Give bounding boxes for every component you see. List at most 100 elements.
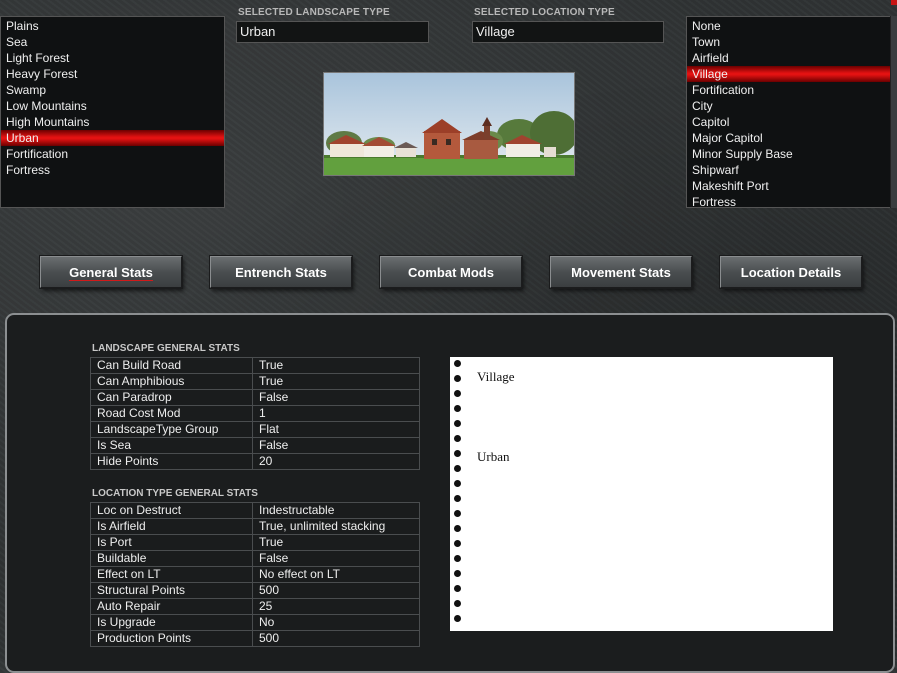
tab-location-details[interactable]: Location Details bbox=[720, 256, 862, 288]
notebook-ring-hole bbox=[454, 555, 461, 562]
table-row: Hide Points 20 bbox=[90, 453, 420, 470]
landscape-list-item[interactable]: Sea bbox=[1, 34, 224, 50]
notebook-ring-hole bbox=[454, 405, 461, 412]
table-row: Road Cost Mod 1 bbox=[90, 405, 420, 422]
stat-value: No effect on LT bbox=[252, 566, 420, 583]
stat-value: False bbox=[252, 437, 420, 454]
tab-general-stats[interactable]: General Stats bbox=[40, 256, 182, 288]
table-row: Can Build Road True bbox=[90, 357, 420, 374]
location-type-list[interactable]: None Town Airfield Village Fortification City… bbox=[686, 16, 891, 210]
notebook-landscape-text: Urban bbox=[477, 449, 510, 464]
landscape-list-item[interactable]: Plains bbox=[1, 18, 224, 34]
table-row: Is Sea False bbox=[90, 437, 420, 454]
tab-combat-mods[interactable]: Combat Mods bbox=[380, 256, 522, 288]
table-row: Is Airfield True, unlimited stacking bbox=[90, 518, 420, 535]
location-list-item[interactable]: Major Capitol bbox=[687, 130, 890, 146]
location-list-item[interactable]: Shipwarf bbox=[687, 162, 890, 178]
notebook-ring-hole bbox=[454, 420, 461, 427]
location-list-item[interactable]: Village bbox=[687, 66, 890, 82]
landscape-list-item[interactable]: Low Mountains bbox=[1, 98, 224, 114]
stat-value: False bbox=[252, 550, 420, 567]
stat-value: True, unlimited stacking bbox=[252, 518, 420, 535]
stat-value: Flat bbox=[252, 421, 420, 438]
stat-name: Road Cost Mod bbox=[90, 405, 253, 422]
notebook-ring-hole bbox=[454, 450, 461, 457]
stat-name: Is Sea bbox=[90, 437, 253, 454]
location-list-item[interactable]: Minor Supply Base bbox=[687, 146, 890, 162]
stat-name: Auto Repair bbox=[90, 598, 253, 615]
landscape-list-item[interactable]: Fortress bbox=[1, 162, 224, 178]
location-list-item[interactable]: Airfield bbox=[687, 50, 890, 66]
notebook-ring-hole bbox=[454, 510, 461, 517]
table-row: Can Paradrop False bbox=[90, 389, 420, 406]
notebook-ring-hole bbox=[454, 360, 461, 367]
location-list-item[interactable]: Town bbox=[687, 34, 890, 50]
location-list-item[interactable]: Fortress bbox=[687, 194, 890, 210]
stat-name: Can Paradrop bbox=[90, 389, 253, 406]
stat-value: 1 bbox=[252, 405, 420, 422]
table-row: Is Upgrade No bbox=[90, 614, 420, 631]
landscape-type-list[interactable]: Plains Sea Light Forest Heavy Forest Swamp Lo… bbox=[0, 16, 225, 208]
landscape-list-item[interactable]: Heavy Forest bbox=[1, 66, 224, 82]
landscape-list-item[interactable]: Urban bbox=[1, 130, 224, 146]
stat-value: Indestructable bbox=[252, 502, 420, 519]
landscape-list-item[interactable]: Swamp bbox=[1, 82, 224, 98]
table-row: Is Port True bbox=[90, 534, 420, 551]
stat-name: LandscapeType Group bbox=[90, 421, 253, 438]
location-list-item[interactable]: Makeshift Port bbox=[687, 178, 890, 194]
stat-name: Production Points bbox=[90, 630, 253, 647]
stat-value: True bbox=[252, 357, 420, 374]
table-row: LandscapeType Group Flat bbox=[90, 421, 420, 438]
location-list-item[interactable]: None bbox=[687, 18, 890, 34]
close-icon[interactable] bbox=[891, 0, 897, 5]
stat-name: Loc on Destruct bbox=[90, 502, 253, 519]
stat-value: 500 bbox=[252, 630, 420, 647]
tab-entrench-stats[interactable]: Entrench Stats bbox=[210, 256, 352, 288]
notebook-ring-hole bbox=[454, 480, 461, 487]
tab-label: General Stats bbox=[69, 265, 153, 280]
description-notebook: Village Urban bbox=[450, 357, 833, 631]
landscape-list-item[interactable]: Fortification bbox=[1, 146, 224, 162]
stat-value: No bbox=[252, 614, 420, 631]
table-row: Loc on Destruct Indestructable bbox=[90, 502, 420, 519]
stat-name: Buildable bbox=[90, 550, 253, 567]
stat-value: 500 bbox=[252, 582, 420, 599]
stat-value: 20 bbox=[252, 453, 420, 470]
tab-label: Movement Stats bbox=[571, 265, 671, 280]
location-stats-table: Loc on Destruct Indestructable Is Airfield… bbox=[90, 502, 420, 647]
notebook-ring-hole bbox=[454, 585, 461, 592]
table-row: Effect on LT No effect on LT bbox=[90, 566, 420, 583]
tab-movement-stats[interactable]: Movement Stats bbox=[550, 256, 692, 288]
stat-name: Hide Points bbox=[90, 453, 253, 470]
notebook-location-text: Village bbox=[477, 369, 515, 384]
selected-landscape-field: Urban bbox=[236, 21, 429, 43]
stat-name: Is Upgrade bbox=[90, 614, 253, 631]
landscape-stats-table: Can Build Road True Can Amphibious True Can … bbox=[90, 357, 420, 470]
location-list-item[interactable]: Capitol bbox=[687, 114, 890, 130]
stat-value: 25 bbox=[252, 598, 420, 615]
tab-label: Entrench Stats bbox=[235, 265, 327, 280]
location-stats-title: LOCATION TYPE GENERAL STATS bbox=[92, 488, 258, 499]
table-row: Auto Repair 25 bbox=[90, 598, 420, 615]
table-row: Can Amphibious True bbox=[90, 373, 420, 390]
notebook-ring-hole bbox=[454, 375, 461, 382]
table-row: Production Points 500 bbox=[90, 630, 420, 647]
notebook-ring-hole bbox=[454, 525, 461, 532]
location-list-item[interactable]: City bbox=[687, 98, 890, 114]
location-list-item[interactable]: Fortification bbox=[687, 82, 890, 98]
notebook-ring-hole bbox=[454, 540, 461, 547]
notebook-ring-hole bbox=[454, 615, 461, 622]
notebook-ring-hole bbox=[454, 465, 461, 472]
active-tab-indicator bbox=[69, 280, 153, 281]
landscape-list-item[interactable]: High Mountains bbox=[1, 114, 224, 130]
stat-name: Can Amphibious bbox=[90, 373, 253, 390]
notebook-ring-hole bbox=[454, 600, 461, 607]
location-preview-image bbox=[323, 72, 575, 176]
table-row: Structural Points 500 bbox=[90, 582, 420, 599]
scrollbar[interactable] bbox=[890, 16, 897, 208]
notebook-ring-hole bbox=[454, 435, 461, 442]
notebook-ring-hole bbox=[454, 390, 461, 397]
stat-name: Is Port bbox=[90, 534, 253, 551]
landscape-list-item[interactable]: Light Forest bbox=[1, 50, 224, 66]
stat-name: Is Airfield bbox=[90, 518, 253, 535]
